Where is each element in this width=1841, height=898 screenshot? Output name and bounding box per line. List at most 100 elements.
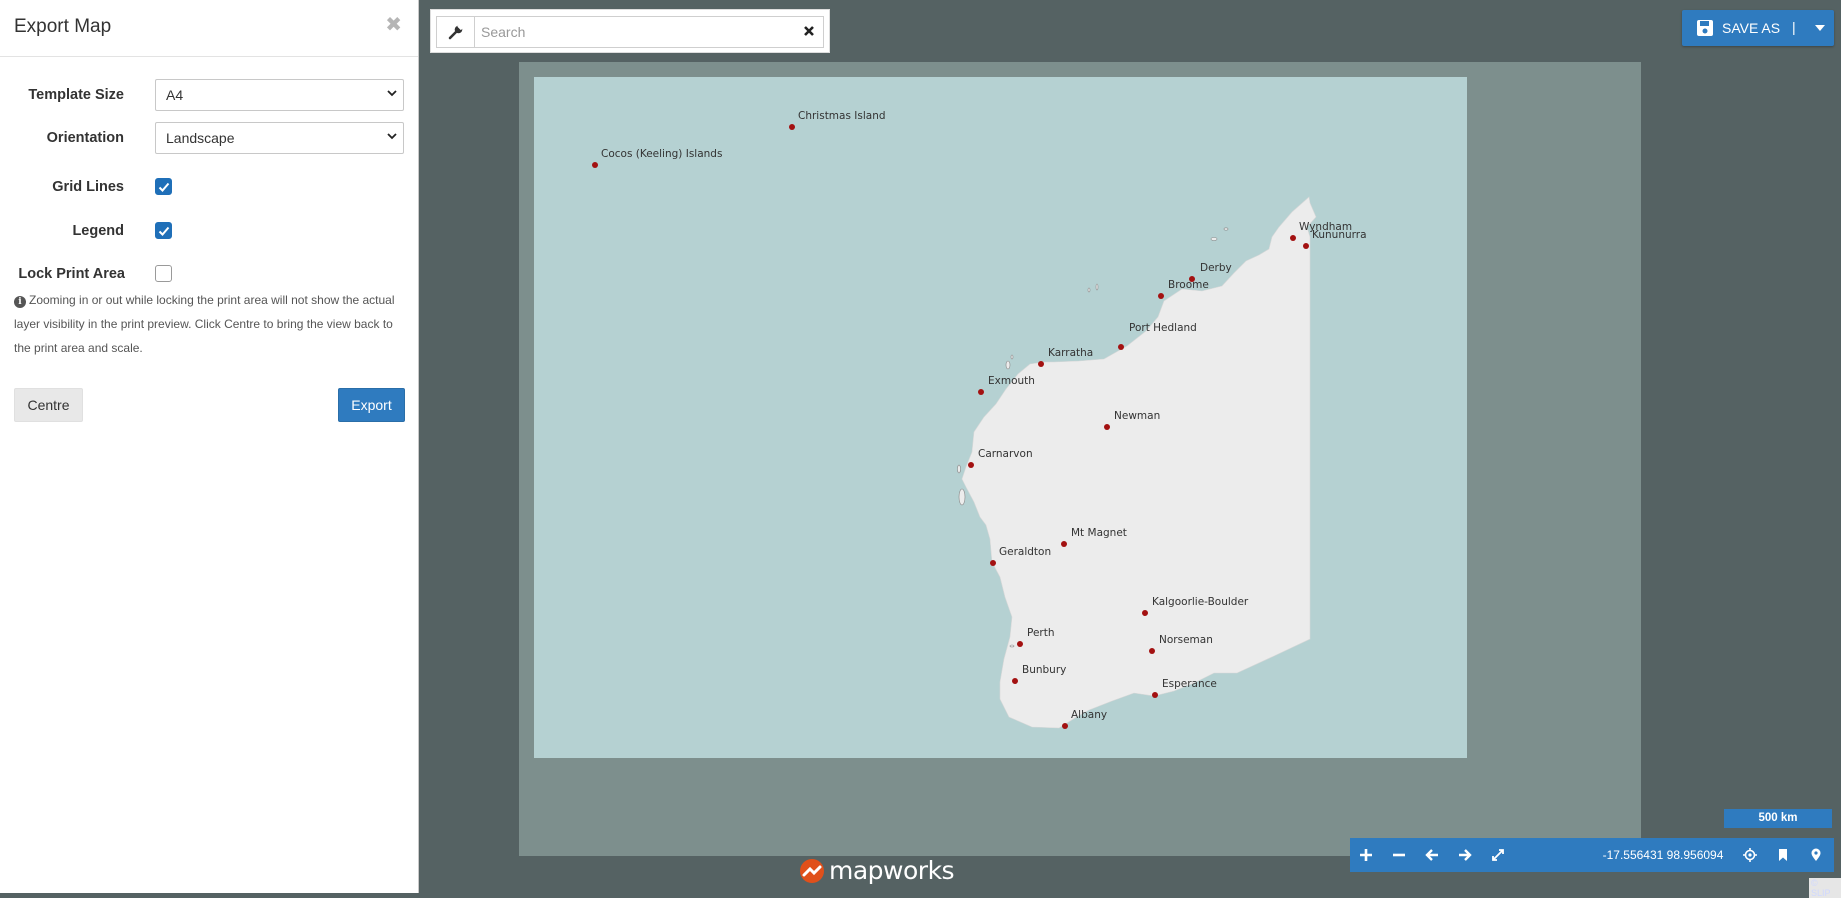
attribution[interactable]: © SLIP [1809,878,1841,898]
lock-print-area-checkbox[interactable] [155,265,172,282]
lock-print-area-row: Lock Print Area [0,265,419,285]
marker-icon [1811,848,1821,861]
map-toolbar: -17.556431 98.956094 [1350,838,1834,872]
city-label: Mt Magnet [1071,527,1127,539]
search-bar: Search [430,9,830,53]
close-icon[interactable]: ✖ [385,12,402,37]
panel-title: Export Map [14,16,112,37]
city-marker[interactable] [1149,648,1155,654]
coordinates-readout: -17.556431 98.956094 [1602,848,1724,862]
zoom-in-icon [1360,849,1372,861]
orientation-row: Orientation Landscape [0,122,419,154]
marker-button[interactable] [1800,838,1833,872]
template-size-label: Template Size [28,87,124,103]
fullscreen-icon [1492,849,1504,861]
city-label: Christmas Island [798,110,886,122]
city-marker[interactable] [1142,610,1148,616]
city-label: Port Hedland [1129,322,1197,334]
city-marker[interactable] [789,124,795,130]
city-marker[interactable] [1038,361,1044,367]
chevron-down-icon [387,133,397,140]
legend-row: Legend [0,222,419,242]
city-marker[interactable] [1061,541,1067,547]
save-as-separator: | [1792,19,1796,35]
bookmark-icon [1779,849,1787,861]
tools-button[interactable] [437,17,475,47]
export-button[interactable]: Export [338,388,405,422]
city-label: Esperance [1162,678,1217,690]
island [958,488,966,506]
city-label: Kununurra [1312,229,1367,241]
city-label: Bunbury [1022,664,1066,676]
island [1223,227,1229,231]
city-label: Carnarvon [978,448,1033,460]
export-map-panel: Export Map ✖ Template Size A4 Orientatio… [0,0,419,893]
caret-down-icon[interactable] [1815,25,1825,31]
city-marker[interactable] [1303,243,1309,249]
island [1210,237,1218,241]
island [1005,360,1011,370]
orientation-value: Landscape [166,130,235,146]
island [1095,283,1099,291]
city-marker[interactable] [592,162,598,168]
city-marker[interactable] [968,462,974,468]
city-marker[interactable] [1118,344,1124,350]
island [957,464,961,474]
info-text: Zooming in or out while locking the prin… [14,293,395,355]
template-size-value: A4 [166,87,184,103]
city-label: Newman [1114,410,1160,422]
search-container: Search [436,16,824,48]
city-marker[interactable] [1104,424,1110,430]
forward-button[interactable] [1449,838,1482,872]
island [1010,354,1014,360]
city-label: Albany [1071,709,1107,721]
zoom-out-icon [1393,853,1405,857]
legend-checkbox[interactable] [155,222,172,239]
chevron-down-icon [387,90,397,97]
clear-search-icon[interactable] [801,23,817,39]
island [1087,287,1091,293]
city-marker[interactable] [1290,235,1296,241]
bookmark-button[interactable] [1767,838,1800,872]
grid-lines-checkbox[interactable] [155,178,172,195]
city-label: Geraldton [999,546,1051,558]
save-as-button[interactable]: SAVE AS | [1682,10,1834,46]
map-preview: Christmas IslandCocos (Keeling) IslandsW… [592,110,1367,729]
back-button[interactable] [1416,838,1449,872]
city-marker[interactable] [1062,723,1068,729]
fullscreen-button[interactable] [1482,838,1515,872]
city-marker[interactable] [1012,678,1018,684]
zoom-in-button[interactable] [1350,838,1383,872]
grid-lines-label: Grid Lines [52,179,124,195]
lock-print-area-label: Lock Print Area [18,266,125,282]
mapworks-logo-icon [800,859,824,883]
orientation-label: Orientation [46,130,124,146]
template-size-select[interactable]: A4 [155,79,404,111]
wrench-icon [448,24,464,40]
city-marker[interactable] [1158,293,1164,299]
panel-header: Export Map ✖ [0,0,418,57]
city-marker[interactable] [990,560,996,566]
orientation-select[interactable]: Landscape [155,122,404,154]
centre-button[interactable]: Centre [14,388,83,422]
locate-icon [1743,848,1757,862]
template-size-row: Template Size A4 [0,79,419,111]
zoom-out-button[interactable] [1383,838,1416,872]
locate-button[interactable] [1734,838,1767,872]
city-marker[interactable] [1152,692,1158,698]
info-icon: i [14,296,26,308]
city-label: Kalgoorlie-Boulder [1152,596,1249,608]
info-note: i Zooming in or out while locking the pri… [14,288,406,360]
save-as-label: SAVE AS [1722,20,1781,36]
floppy-disk-icon [1697,20,1713,36]
city-marker[interactable] [978,389,984,395]
city-marker[interactable] [1017,641,1023,647]
search-input[interactable]: Search [481,24,525,40]
city-label: Norseman [1159,634,1213,646]
city-label: Karratha [1048,347,1093,359]
forward-arrow-icon [1459,849,1472,861]
scale-bar: 500 km [1724,809,1832,828]
mapworks-logo-text: mapworks [829,856,955,885]
check-icon [158,226,170,236]
island [1009,644,1015,648]
